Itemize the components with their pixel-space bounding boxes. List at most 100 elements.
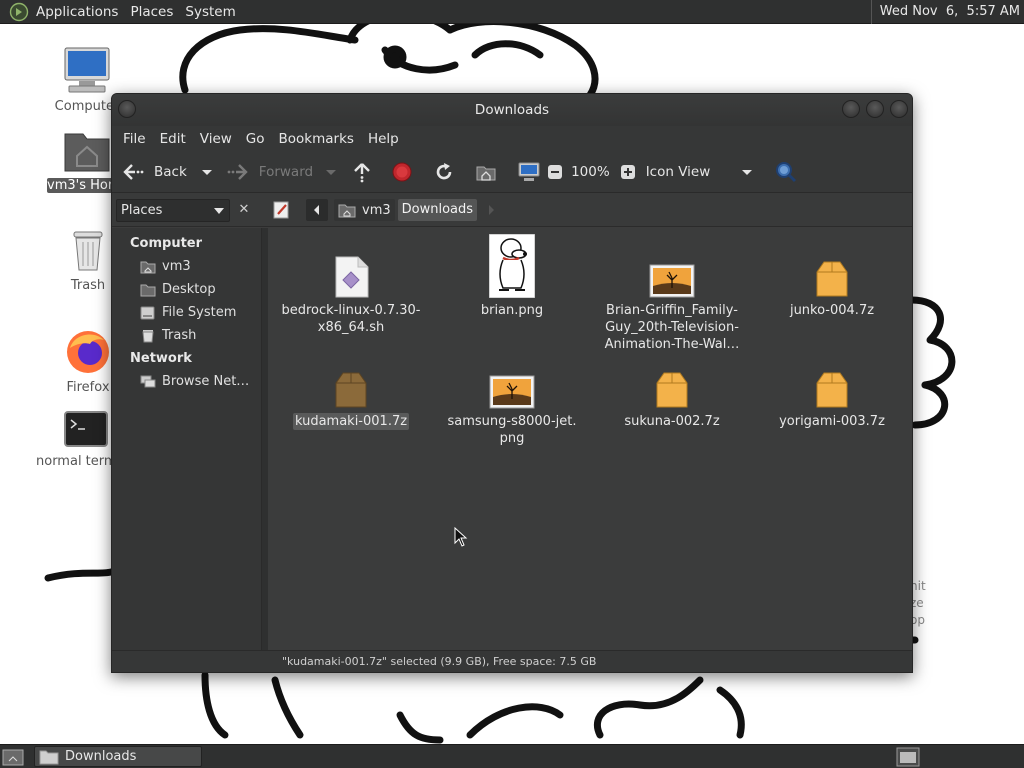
workspace-switcher-icon[interactable] xyxy=(896,747,920,767)
breadcrumb-left-button[interactable] xyxy=(306,199,328,221)
terminal-icon xyxy=(64,411,108,447)
maximize-button[interactable] xyxy=(866,100,884,118)
file-item[interactable]: Brian-Griffin_Family- Guy_20th-Televisio… xyxy=(592,232,752,353)
file-name: sukuna-002.7z xyxy=(624,414,720,429)
search-icon[interactable] xyxy=(774,160,798,184)
show-desktop-icon[interactable] xyxy=(2,747,24,767)
desktop-icon xyxy=(140,284,156,296)
edit-location-icon[interactable] xyxy=(272,200,292,220)
clock[interactable]: Wed Nov 6, 5:57 AM xyxy=(870,0,1020,24)
menu-bookmarks[interactable]: Bookmarks xyxy=(272,131,361,147)
menu-go[interactable]: Go xyxy=(239,131,272,147)
image-icon xyxy=(489,375,535,409)
brian-thumbnail-icon xyxy=(489,234,535,298)
file-item[interactable]: brian.png xyxy=(432,232,592,319)
file-item[interactable]: sukuna-002.7z xyxy=(592,343,752,430)
folder-icon xyxy=(39,750,59,764)
file-view[interactable]: bedrock-linux-0.7.30- x86_64.sh brian.pn… xyxy=(268,228,912,650)
breadcrumb-item-vm3[interactable]: vm3 xyxy=(334,199,395,221)
sidebar-item-label: File System xyxy=(162,305,237,320)
archive-icon xyxy=(656,372,688,408)
image-icon xyxy=(649,264,695,298)
window-titlebar[interactable]: Downloads xyxy=(112,94,912,126)
reload-icon[interactable] xyxy=(433,161,455,183)
close-button[interactable] xyxy=(890,100,908,118)
minimize-button[interactable] xyxy=(842,100,860,118)
forward-label: Forward xyxy=(258,163,314,180)
close-sidebar-icon[interactable]: ✕ xyxy=(234,200,254,220)
file-manager-window: Downloads File Edit View Go Bookmarks He… xyxy=(111,93,913,673)
computer-icon xyxy=(64,47,110,93)
sidebar-item-label: Browse Net… xyxy=(162,374,250,389)
back-button[interactable]: Back xyxy=(122,162,187,182)
top-panel: Applications Places System Wed Nov 6, 5:… xyxy=(0,0,1024,24)
view-mode-label: Icon View xyxy=(645,163,711,180)
forward-button[interactable]: Forward xyxy=(227,162,313,182)
sidebar-item-desktop[interactable]: Desktop xyxy=(112,278,261,301)
view-mode-select[interactable]: Icon View xyxy=(646,164,754,180)
menu-help[interactable]: Help xyxy=(361,131,406,147)
window-title: Downloads xyxy=(474,102,550,118)
up-arrow-icon[interactable] xyxy=(351,161,373,183)
forward-history-dropdown-icon[interactable] xyxy=(321,162,341,182)
trash-icon xyxy=(142,329,154,342)
archive-icon xyxy=(816,261,848,297)
file-item[interactable]: bedrock-linux-0.7.30- x86_64.sh xyxy=(271,232,431,336)
drive-icon xyxy=(140,306,155,319)
sidebar: Computer vm3 Desktop File System Trash N… xyxy=(112,228,262,650)
sidebar-item-file-system[interactable]: File System xyxy=(112,301,261,324)
file-item[interactable]: junko-004.7z xyxy=(752,232,912,319)
home-icon xyxy=(140,261,156,273)
sidebar-item-label: vm3 xyxy=(162,259,191,274)
chevron-down-icon xyxy=(214,208,224,214)
forward-arrow-icon xyxy=(227,163,248,180)
file-name: samsung-s8000-jet. png xyxy=(447,414,577,446)
back-history-dropdown-icon[interactable] xyxy=(197,162,217,182)
menu-file[interactable]: File xyxy=(116,131,153,147)
places-menu[interactable]: Places xyxy=(124,0,179,24)
window-menu-button[interactable] xyxy=(118,100,136,118)
file-item[interactable]: samsung-s8000-jet. png xyxy=(432,343,592,447)
chevron-down-icon xyxy=(741,169,752,175)
firefox-icon xyxy=(67,331,109,373)
taskbar-button-label: Downloads xyxy=(65,749,137,764)
bottom-panel: Downloads xyxy=(0,744,1024,768)
mouse-cursor-icon xyxy=(454,527,468,547)
zoom-level[interactable]: 100% xyxy=(571,164,610,180)
applications-menu[interactable]: Applications xyxy=(30,0,124,24)
sidebar-item-browse-network[interactable]: Browse Net… xyxy=(112,370,261,393)
system-menu[interactable]: System xyxy=(179,0,241,24)
back-arrow-icon xyxy=(123,163,144,180)
computer-icon[interactable] xyxy=(517,161,541,183)
breadcrumb-label: vm3 xyxy=(362,202,391,218)
taskbar-button-downloads[interactable]: Downloads xyxy=(34,746,202,767)
file-name: junko-004.7z xyxy=(789,303,875,318)
zoom-out-icon[interactable] xyxy=(547,164,563,180)
menu-view[interactable]: View xyxy=(193,131,239,147)
sidebar-mode-select[interactable]: Places xyxy=(116,199,230,222)
network-icon xyxy=(140,375,156,387)
os-logo-icon[interactable] xyxy=(9,2,29,22)
archive-icon xyxy=(335,372,367,408)
home-icon[interactable] xyxy=(475,161,497,183)
breadcrumb: vm3 Downloads xyxy=(334,199,501,221)
chevron-right-icon[interactable] xyxy=(483,199,501,221)
toolbar: Back Forward 100% Icon View xyxy=(112,151,912,193)
home-icon xyxy=(338,204,356,218)
location-bar: Places ✕ vm3 Downloads xyxy=(112,193,912,227)
sidebar-item-vm3[interactable]: vm3 xyxy=(112,255,261,278)
file-name: brian.png xyxy=(480,303,544,318)
zoom-in-icon[interactable] xyxy=(620,164,636,180)
breadcrumb-label: Downloads xyxy=(401,202,474,217)
home-folder-icon xyxy=(64,133,110,172)
file-item-selected[interactable]: kudamaki-001.7z xyxy=(271,343,431,430)
sidebar-item-label: Trash xyxy=(162,328,197,343)
menu-edit[interactable]: Edit xyxy=(153,131,193,147)
file-name: bedrock-linux-0.7.30- x86_64.sh xyxy=(281,303,421,335)
file-item[interactable]: yorigami-003.7z xyxy=(752,343,912,430)
sidebar-item-trash[interactable]: Trash xyxy=(112,324,261,347)
file-name: kudamaki-001.7z xyxy=(292,413,410,430)
script-icon xyxy=(335,256,369,298)
breadcrumb-item-downloads[interactable]: Downloads xyxy=(397,199,478,221)
stop-icon[interactable] xyxy=(391,161,413,183)
